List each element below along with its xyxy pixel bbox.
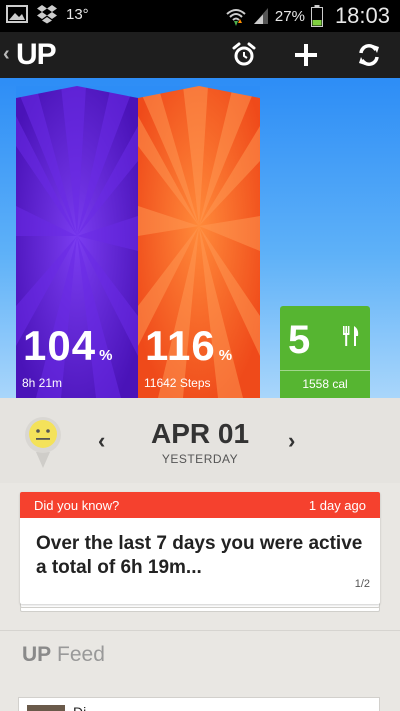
eat-bar[interactable]: 5 1558 cal [280,306,370,398]
mood-face-icon[interactable] [24,416,62,470]
sleep-bar[interactable]: 104% 8h 21m [16,86,138,398]
gallery-icon [6,5,28,23]
battery-icon [310,5,323,27]
sleep-percent: 104% [23,322,114,369]
section-divider [0,630,400,631]
alarm-button[interactable] [227,39,261,71]
alarm-icon [232,42,256,66]
status-right: 27% 18:03 [225,3,390,29]
app-title[interactable]: UP [16,38,57,72]
status-left: 13° [6,4,89,24]
add-icon [295,44,317,66]
card-page-indicator: 1/2 [354,578,370,590]
insight-card[interactable]: Did you know? 1 day ago Over the last 7 … [20,492,380,604]
sync-button[interactable] [352,39,386,71]
clock: 18:03 [334,3,390,28]
steps-bar[interactable]: 116% 11642 Steps [138,86,260,398]
card-age: 1 day ago [308,497,366,513]
feed-title: UP Feed [22,643,105,666]
feed-item-thumbnail [27,705,65,711]
wifi-icon [226,9,246,26]
sleep-duration: 8h 21m [22,376,63,390]
battery-percent: 27% [274,7,305,25]
eat-divider [280,370,370,371]
dropbox-icon [37,5,57,24]
relative-day: YESTERDAY [161,452,239,466]
date-navigation: ‹ APR 01 YESTERDAY › [0,398,400,483]
steps-count: 11642 Steps [144,376,211,390]
back-chevron-icon[interactable]: ‹ [3,43,10,66]
feed-item[interactable]: Di [18,697,380,711]
sync-icon [359,44,379,66]
activity-summary: 104% 8h 21m 116% 11642 Steps 5 1558 cal [0,78,400,398]
meal-count: 5 [288,318,311,362]
temperature: 13° [66,5,89,23]
card-message: Over the last 7 days you were active a t… [36,533,363,578]
add-button[interactable] [289,39,323,71]
calories: 1558 cal [302,377,348,391]
card-header: Did you know? 1 day ago [20,492,380,518]
signal-icon [253,8,268,24]
card-heading: Did you know? [34,497,120,513]
app-bar: ‹ UP [0,32,400,78]
insight-card-stack[interactable]: Did you know? 1 day ago Over the last 7 … [20,492,380,614]
status-bar: 13° 27% 18:03 [0,0,400,32]
next-day-chevron-icon[interactable]: › [288,428,295,454]
current-date: APR 01 [150,418,250,449]
fork-knife-icon [343,326,359,346]
steps-percent: 116% [145,322,234,369]
feed-item-text: Di [73,704,86,711]
